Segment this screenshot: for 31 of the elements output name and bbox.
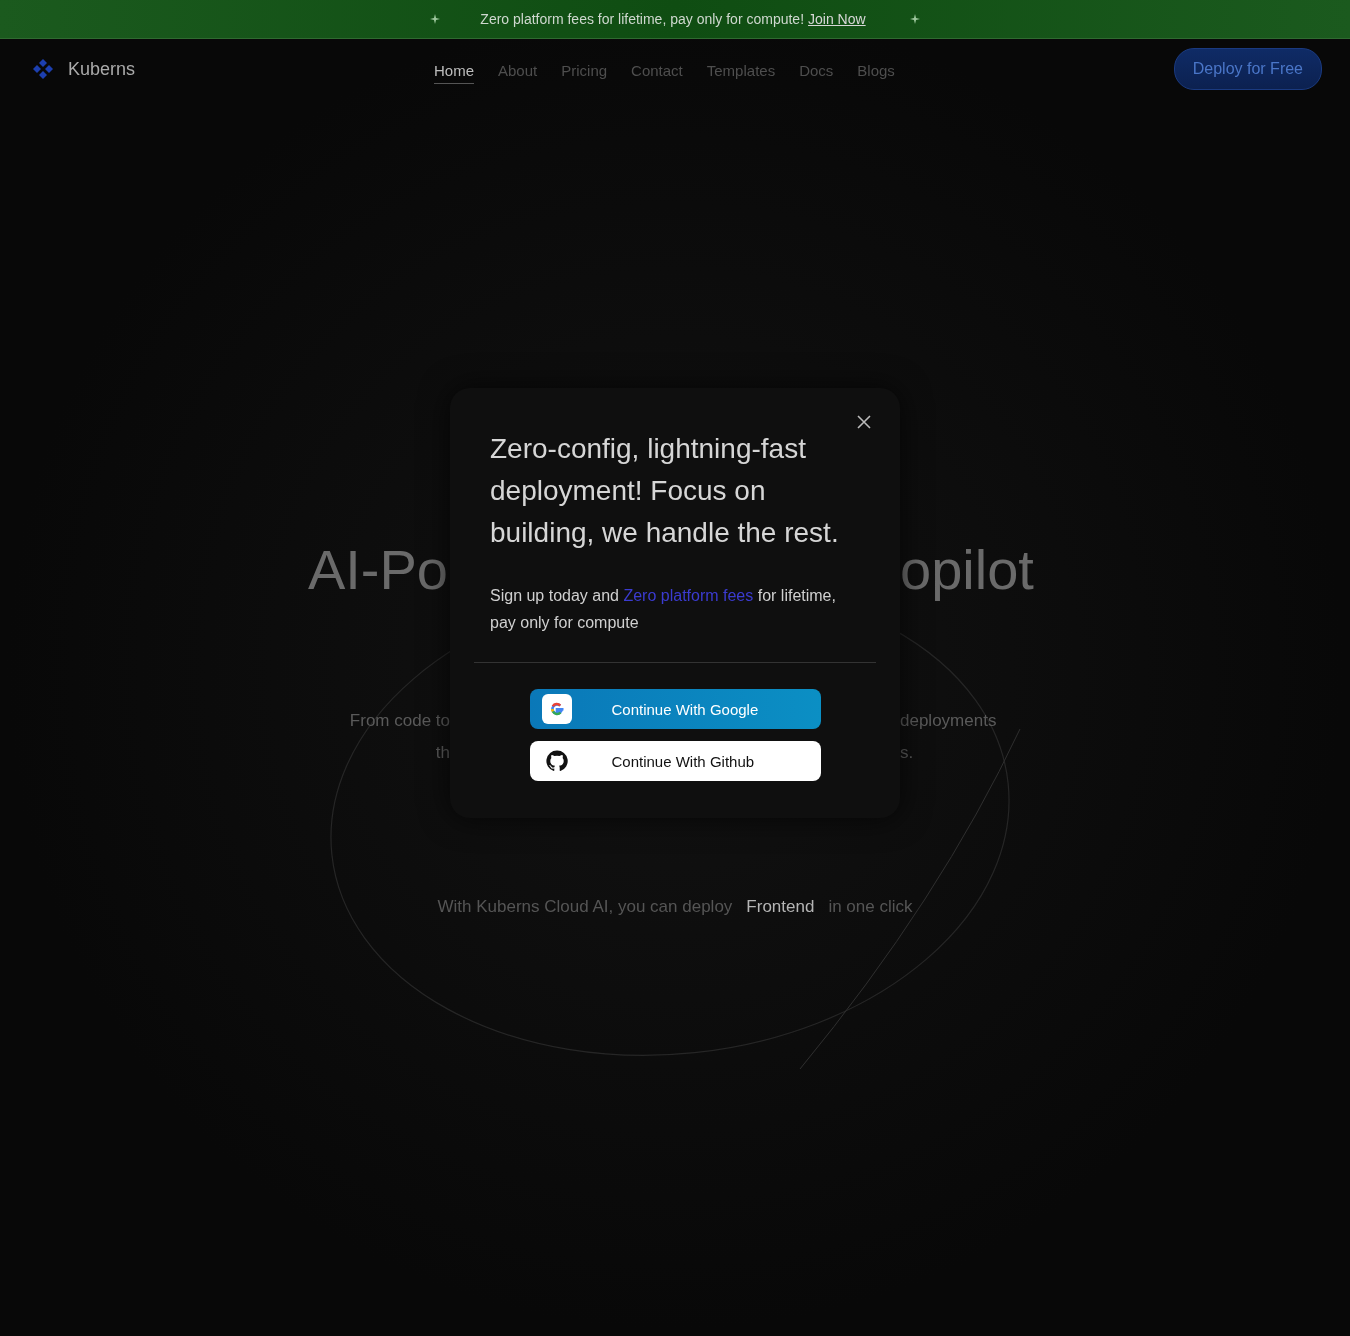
hero-title-fragment: opilot [900,537,1035,603]
tagline-text: in one click [828,897,913,917]
google-signin-button[interactable]: Continue With Google [529,689,821,729]
logo-icon [32,58,54,80]
dialog-text: Sign up today and Zero platform fees for lifetime, pay only for compute [490,586,837,633]
nav-link[interactable]: Contact [631,58,683,84]
nav-link[interactable]: Docs [799,58,834,84]
google-icon [541,694,572,724]
nav-link[interactable]: Templates [706,58,776,84]
nav-link[interactable]: Pricing [561,58,608,84]
subtitle-fragment: th [434,742,450,764]
nav-link[interactable]: About [498,58,538,84]
subtitle-fragment: deployments [900,710,998,732]
nav-link[interactable]: Home [434,58,474,84]
github-signin-button[interactable]: Continue With Github [529,741,821,781]
deploy-button[interactable]: Deploy for Free [1173,48,1322,90]
nav-link[interactable]: Blogs [857,58,895,84]
subtitle-fragment: s. [900,742,915,764]
banner-text: Zero platform fees for lifetime, pay only for compute! [480,11,805,27]
sparkle-icon [430,14,441,24]
sparkle-icon [909,14,920,24]
hero-title-fragment: AI-Po [306,537,449,603]
dialog-title: Zero-config, lightning-fast deployment! Focus on building, we handle the rest. [490,432,840,550]
close-icon[interactable] [857,415,871,429]
github-icon [544,749,569,773]
rotating-word: Frontend [746,897,815,917]
subtitle-fragment: From code to [348,710,450,732]
join-now-link[interactable]: Join Now [808,11,866,27]
tagline-text: With Kuberns Cloud AI, you can deploy [437,897,733,917]
fees-link[interactable]: Zero platform fees [623,587,754,604]
logo-text: Kuberns [68,58,136,80]
